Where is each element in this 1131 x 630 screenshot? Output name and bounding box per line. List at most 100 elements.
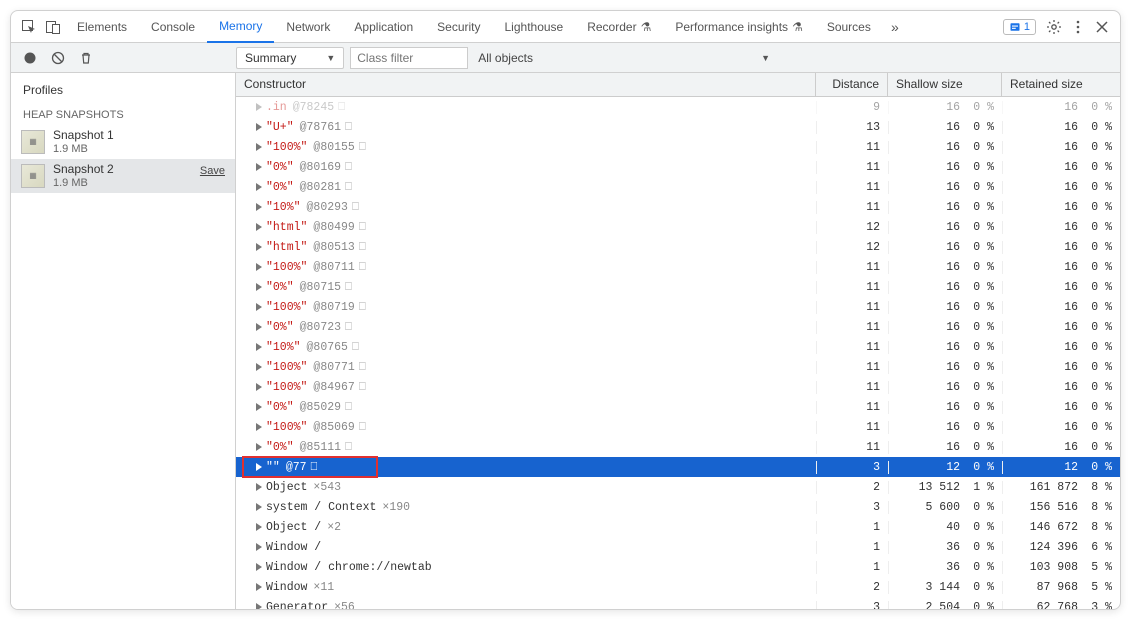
cell-distance: 3 (816, 601, 888, 610)
expand-icon[interactable] (256, 463, 262, 471)
expand-icon[interactable] (256, 283, 262, 291)
cell-retained-pct: 0 % (1078, 241, 1112, 254)
expand-icon[interactable] (256, 583, 262, 591)
device-toggle-icon[interactable] (41, 15, 65, 39)
table-row[interactable]: "0%"@80169⎕ 11 160 % 160 % (236, 157, 1120, 177)
expand-icon[interactable] (256, 303, 262, 311)
settings-icon[interactable] (1042, 15, 1066, 39)
table-row[interactable]: Generator×56 3 2 5040 % 62 7683 % (236, 597, 1120, 609)
cell-retained-pct: 0 % (1078, 201, 1112, 214)
cell-distance: 11 (816, 361, 888, 374)
tab-elements[interactable]: Elements (65, 11, 139, 43)
expand-icon[interactable] (256, 403, 262, 411)
cell-retained-pct: 8 % (1078, 481, 1112, 494)
table-row[interactable]: Window / 1 360 % 124 3966 % (236, 537, 1120, 557)
row-label: "U+" (266, 121, 294, 134)
table-row[interactable]: "100%"@80771⎕ 11 160 % 160 % (236, 357, 1120, 377)
expand-icon[interactable] (256, 223, 262, 231)
expand-icon[interactable] (256, 163, 262, 171)
more-tabs-icon[interactable]: » (883, 15, 907, 39)
expand-icon[interactable] (256, 363, 262, 371)
expand-icon[interactable] (256, 423, 262, 431)
expand-icon[interactable] (256, 323, 262, 331)
cell-retained: 16 (1003, 301, 1078, 314)
row-label: "0%" (266, 181, 294, 194)
expand-icon[interactable] (256, 543, 262, 551)
expand-icon[interactable] (256, 143, 262, 151)
record-icon[interactable] (21, 49, 39, 67)
expand-icon[interactable] (256, 563, 262, 571)
class-filter-input[interactable] (350, 47, 468, 69)
table-row[interactable]: "100%"@85069⎕ 11 160 % 160 % (236, 417, 1120, 437)
table-row[interactable]: system / Context×190 3 5 6000 % 156 5168… (236, 497, 1120, 517)
expand-icon[interactable] (256, 603, 262, 609)
table-row[interactable]: Window×11 2 3 1440 % 87 9685 % (236, 577, 1120, 597)
table-row[interactable]: "100%"@80155⎕ 11 160 % 160 % (236, 137, 1120, 157)
kebab-menu-icon[interactable] (1066, 15, 1090, 39)
row-label: Window (266, 581, 307, 594)
table-row[interactable]: Object /×2 1 400 % 146 6728 % (236, 517, 1120, 537)
expand-icon[interactable] (256, 123, 262, 131)
tab-console[interactable]: Console (139, 11, 207, 43)
table-row[interactable]: .in@78245⎕ 9 160 % 160 % (236, 97, 1120, 117)
tab-memory[interactable]: Memory (207, 11, 274, 43)
tab-lighthouse[interactable]: Lighthouse (493, 11, 576, 43)
table-row[interactable]: "10%"@80765⎕ 11 160 % 160 % (236, 337, 1120, 357)
table-row[interactable]: "html"@80513⎕ 12 160 % 160 % (236, 237, 1120, 257)
expand-icon[interactable] (256, 103, 262, 111)
issues-chip[interactable]: 1 (1003, 19, 1036, 35)
object-filter-select[interactable]: All objects ▼ (468, 51, 1120, 65)
save-link[interactable]: Save (200, 165, 225, 177)
table-row[interactable]: "html"@80499⎕ 12 160 % 160 % (236, 217, 1120, 237)
expand-icon[interactable] (256, 383, 262, 391)
expand-icon[interactable] (256, 183, 262, 191)
table-row[interactable]: Object×543 2 13 5121 % 161 8728 % (236, 477, 1120, 497)
cell-shallow: 2 504 (889, 601, 960, 610)
tab-performance-insights[interactable]: Performance insights ⚗ (663, 11, 814, 43)
tab-application[interactable]: Application (342, 11, 425, 43)
cell-shallow-pct: 0 % (960, 541, 994, 554)
tab-recorder[interactable]: Recorder ⚗ (575, 11, 663, 43)
table-row[interactable]: "0%"@80281⎕ 11 160 % 160 % (236, 177, 1120, 197)
snapshot-size: 1.9 MB (53, 177, 114, 189)
table-row[interactable]: "U+"@78761⎕ 13 160 % 160 % (236, 117, 1120, 137)
view-select[interactable]: Summary ▼ (236, 47, 344, 69)
tab-network[interactable]: Network (274, 11, 342, 43)
table-row[interactable]: "0%"@80715⎕ 11 160 % 160 % (236, 277, 1120, 297)
expand-icon[interactable] (256, 263, 262, 271)
table-row[interactable]: "0%"@80723⎕ 11 160 % 160 % (236, 317, 1120, 337)
cell-shallow-pct: 0 % (960, 121, 994, 134)
close-icon[interactable] (1090, 15, 1114, 39)
expand-icon[interactable] (256, 243, 262, 251)
table-row[interactable]: "100%"@80719⎕ 11 160 % 160 % (236, 297, 1120, 317)
cell-retained-pct: 6 % (1078, 541, 1112, 554)
cell-retained-pct: 0 % (1078, 101, 1112, 114)
table-row[interactable]: Window / chrome://newtab 1 360 % 103 908… (236, 557, 1120, 577)
table-row[interactable]: "0%"@85111⎕ 11 160 % 160 % (236, 437, 1120, 457)
table-row[interactable]: ""@77⎕ 3 120 % 120 % (236, 457, 1120, 477)
col-constructor[interactable]: Constructor (236, 73, 816, 96)
expand-icon[interactable] (256, 343, 262, 351)
table-row[interactable]: "100%"@84967⎕ 11 160 % 160 % (236, 377, 1120, 397)
expand-icon[interactable] (256, 443, 262, 451)
col-shallow[interactable]: Shallow size (888, 73, 1002, 96)
table-row[interactable]: "100%"@80711⎕ 11 160 % 160 % (236, 257, 1120, 277)
snapshot-item[interactable]: ▦ Snapshot 1 1.9 MB (11, 125, 235, 159)
delete-icon[interactable] (77, 49, 95, 67)
expand-icon[interactable] (256, 203, 262, 211)
col-retained[interactable]: Retained size (1002, 73, 1120, 96)
clear-icon[interactable] (49, 49, 67, 67)
expand-icon[interactable] (256, 523, 262, 531)
row-mult: ×190 (382, 501, 410, 514)
cell-retained-pct: 5 % (1078, 561, 1112, 574)
expand-icon[interactable] (256, 483, 262, 491)
table-row[interactable]: "10%"@80293⎕ 11 160 % 160 % (236, 197, 1120, 217)
tab-security[interactable]: Security (425, 11, 492, 43)
snapshot-item[interactable]: ▦ Snapshot 2 1.9 MB Save (11, 159, 235, 193)
col-distance[interactable]: Distance (816, 73, 888, 96)
inspect-icon[interactable] (17, 15, 41, 39)
cell-retained: 16 (1003, 241, 1078, 254)
tab-sources[interactable]: Sources (815, 11, 883, 43)
expand-icon[interactable] (256, 503, 262, 511)
table-row[interactable]: "0%"@85029⎕ 11 160 % 160 % (236, 397, 1120, 417)
